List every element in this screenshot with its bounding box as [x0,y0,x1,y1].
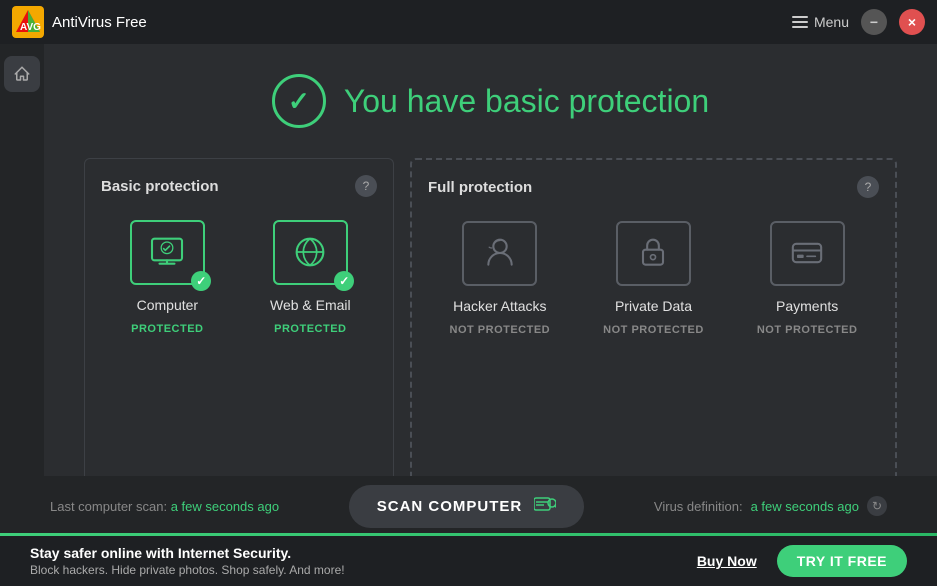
computer-item[interactable]: ✓ Computer PROTECTED [127,217,207,335]
hacker-icon-wrapper [460,218,540,288]
protection-sections: Basic protection ? [84,158,897,486]
full-protection-section: Full protection ? [410,158,897,486]
close-button[interactable]: × [899,9,925,35]
protection-header: ✓ You have basic protection [272,74,709,128]
bottom-action-bar: Last computer scan: a few seconds ago SC… [0,476,937,536]
promo-sub-text: Block hackers. Hide private photos. Shop… [30,563,345,577]
payments-icon-box [770,221,845,286]
payments-icon-wrapper [767,218,847,288]
computer-label: Computer [137,297,198,313]
promo-actions: Buy Now TRY IT FREE [697,545,907,577]
basic-section-header: Basic protection ? [101,175,377,197]
app-logo: AVG AntiVirus Free [12,6,147,38]
computer-svg-icon [147,232,187,272]
basic-protection-section: Basic protection ? [84,158,394,486]
scan-label: Last computer scan: [50,499,167,514]
sidebar [0,44,44,506]
basic-section-title: Basic protection [101,178,219,195]
promo-main-text: Stay safer online with Internet Security… [30,545,345,561]
payments-item[interactable]: Payments NOT PROTECTED [757,218,858,336]
computer-check-icon: ✓ [191,271,211,291]
virus-label: Virus definition: [654,499,743,514]
checkmark-icon: ✓ [288,86,310,117]
refresh-icon[interactable]: ↻ [867,496,887,516]
app-name: AntiVirus Free [52,14,147,31]
avg-logo-icon: AVG [12,6,44,38]
hacker-attacks-item[interactable]: Hacker Attacks NOT PROTECTED [450,218,551,336]
basic-help-button[interactable]: ? [355,175,377,197]
full-section-title: Full protection [428,179,532,196]
promo-bar: Stay safer online with Internet Security… [0,536,937,586]
home-icon [13,65,31,83]
main-content: ✓ You have basic protection Basic protec… [44,44,937,506]
hacker-icon-box [462,221,537,286]
virus-time: a few seconds ago [751,499,859,514]
private-data-label: Private Data [615,298,692,314]
payments-label: Payments [776,298,838,314]
home-button[interactable] [4,56,40,92]
private-data-svg-icon [633,233,673,273]
web-email-icon-wrapper: ✓ [270,217,350,287]
computer-status: PROTECTED [131,323,203,335]
web-email-svg-icon [290,232,330,272]
menu-button[interactable]: Menu [792,14,849,30]
virus-info: Virus definition: a few seconds ago ↻ [654,496,887,516]
header-title: You have basic protection [344,83,709,120]
scan-icon [534,495,556,518]
try-free-button[interactable]: TRY IT FREE [777,545,907,577]
full-items-row: Hacker Attacks NOT PROTECTED [428,218,879,336]
computer-icon-wrapper: ✓ [127,217,207,287]
titlebar: AVG AntiVirus Free Menu − × [0,0,937,44]
web-email-status: PROTECTED [274,323,346,335]
private-data-item[interactable]: Private Data NOT PROTECTED [603,218,704,336]
menu-label: Menu [814,14,849,30]
scan-btn-label: SCAN COMPUTER [377,498,523,515]
private-data-icon-wrapper [613,218,693,288]
hacker-label: Hacker Attacks [453,298,546,314]
menu-lines-icon [792,16,808,28]
payments-svg-icon [787,233,827,273]
promo-text: Stay safer online with Internet Security… [30,545,345,577]
scan-info: Last computer scan: a few seconds ago [50,499,279,514]
window-controls: Menu − × [792,9,925,35]
full-section-header: Full protection ? [428,176,879,198]
scan-time: a few seconds ago [171,499,279,514]
minimize-button[interactable]: − [861,9,887,35]
scan-computer-button[interactable]: SCAN COMPUTER [349,485,585,528]
web-email-item[interactable]: ✓ Web & Email PROTECTED [270,217,351,335]
private-data-status: NOT PROTECTED [603,324,704,336]
hacker-svg-icon [480,233,520,273]
svg-text:AVG: AVG [20,22,41,33]
buy-now-button[interactable]: Buy Now [697,553,757,569]
web-email-check-icon: ✓ [334,271,354,291]
private-data-icon-box [616,221,691,286]
basic-items-row: ✓ Computer PROTECTED ✓ [101,217,377,335]
payments-status: NOT PROTECTED [757,324,858,336]
web-email-label: Web & Email [270,297,351,313]
check-circle-icon: ✓ [272,74,326,128]
full-help-button[interactable]: ? [857,176,879,198]
hacker-status: NOT PROTECTED [450,324,551,336]
